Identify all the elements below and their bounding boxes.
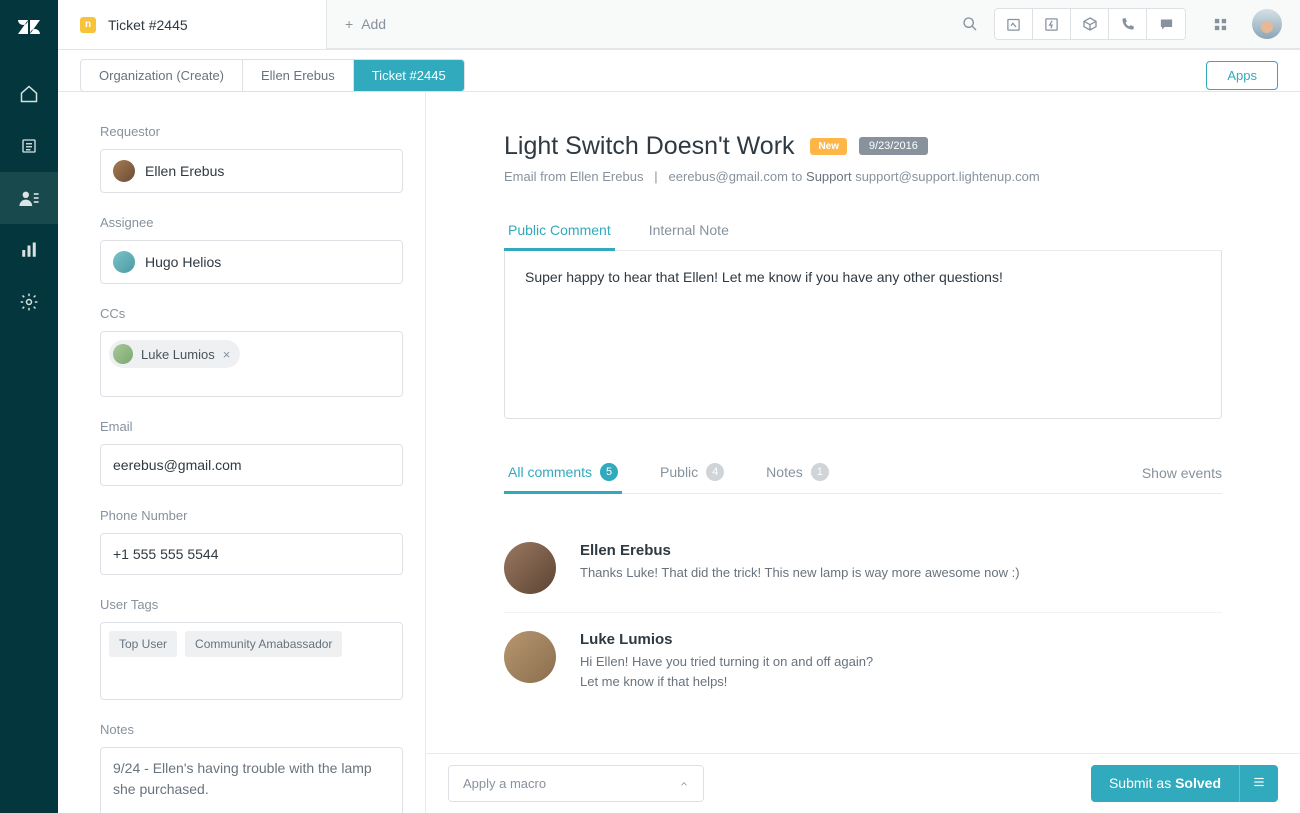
- comment-author: Luke Lumios: [580, 631, 873, 648]
- channel-toolbar: [994, 8, 1186, 40]
- nav-customers[interactable]: [0, 172, 58, 224]
- tab-ticket[interactable]: Ticket #2445: [354, 60, 464, 91]
- ccs-label: CCs: [100, 306, 403, 321]
- macro-select[interactable]: Apply a macro: [448, 765, 704, 802]
- user-avatar[interactable]: [1252, 9, 1282, 39]
- cc-name: Luke Lumios: [141, 347, 215, 362]
- nav-home[interactable]: [0, 68, 58, 120]
- filter-public[interactable]: Public 4: [656, 453, 728, 494]
- cc-remove-icon[interactable]: ×: [223, 347, 231, 362]
- cc-avatar: [113, 344, 133, 364]
- tab-internal-note[interactable]: Internal Note: [645, 212, 733, 251]
- chat-icon[interactable]: [1147, 9, 1185, 39]
- submit-button[interactable]: Submit as Solved: [1091, 765, 1239, 802]
- ticket-heading-row: Light Switch Doesn't Work New 9/23/2016: [504, 132, 1222, 161]
- bottom-bar: Apply a macro Submit as Solved: [426, 753, 1300, 813]
- status-badge: New: [810, 138, 847, 155]
- cc-chip[interactable]: Luke Lumios ×: [109, 340, 240, 368]
- chevron-up-icon: [679, 779, 689, 789]
- ticket-properties-panel: Requestor Ellen Erebus Assignee Hugo Hel…: [58, 92, 426, 813]
- comment-item: Ellen Erebus Thanks Luke! That did the t…: [504, 524, 1222, 613]
- assignee-name: Hugo Helios: [145, 254, 221, 270]
- macro-label: Apply a macro: [463, 776, 546, 791]
- nav-reports[interactable]: [0, 224, 58, 276]
- comment-textarea[interactable]: Super happy to hear that Ellen! Let me k…: [504, 251, 1222, 419]
- context-tabs: Organization (Create) Ellen Erebus Ticke…: [80, 59, 465, 92]
- assignee-label: Assignee: [100, 215, 403, 230]
- comment-avatar: [504, 631, 556, 683]
- lightning-icon[interactable]: [1033, 9, 1071, 39]
- comments-list: Ellen Erebus Thanks Luke! That did the t…: [504, 494, 1222, 709]
- ticket-tab-title: Ticket #2445: [108, 17, 188, 33]
- filter-notes[interactable]: Notes 1: [762, 453, 833, 494]
- public-count: 4: [706, 463, 724, 481]
- notes-field[interactable]: 9/24 - Ellen's having trouble with the l…: [100, 747, 403, 813]
- calendar-icon[interactable]: [995, 9, 1033, 39]
- comment-item: Luke Lumios Hi Ellen! Have you tried tur…: [504, 613, 1222, 709]
- comment-text: Thanks Luke! That did the trick! This ne…: [580, 563, 1020, 583]
- phone-field[interactable]: +1 555 555 5544: [100, 533, 403, 575]
- email-value: eerebus@gmail.com: [113, 457, 242, 473]
- nav-views[interactable]: [0, 120, 58, 172]
- show-events-link[interactable]: Show events: [1142, 455, 1222, 491]
- requestor-field[interactable]: Ellen Erebus: [100, 149, 403, 193]
- filter-all[interactable]: All comments 5: [504, 453, 622, 494]
- header-ticket-tab[interactable]: n Ticket #2445: [58, 0, 326, 49]
- tag-chip[interactable]: Community Amabassador: [185, 631, 342, 657]
- apps-grid-icon[interactable]: [1202, 8, 1238, 40]
- menu-icon: [1252, 775, 1266, 789]
- left-sidebar: [0, 0, 58, 813]
- ticket-status-badge: n: [80, 17, 96, 33]
- tag-chip[interactable]: Top User: [109, 631, 177, 657]
- phone-value: +1 555 555 5544: [113, 546, 219, 562]
- all-count: 5: [600, 463, 618, 481]
- add-label: Add: [361, 16, 386, 32]
- requestor-label: Requestor: [100, 124, 403, 139]
- plus-icon: +: [345, 16, 353, 32]
- header-toolbar: [934, 0, 1300, 49]
- assignee-field[interactable]: Hugo Helios: [100, 240, 403, 284]
- ticket-subject: Light Switch Doesn't Work: [504, 132, 795, 160]
- submit-menu-button[interactable]: [1239, 765, 1278, 802]
- tags-field[interactable]: Top User Community Amabassador: [100, 622, 403, 700]
- search-icon[interactable]: [952, 8, 988, 40]
- requestor-avatar: [113, 160, 135, 182]
- comment-type-tabs: Public Comment Internal Note: [504, 212, 1222, 251]
- notes-value: 9/24 - Ellen's having trouble with the l…: [113, 758, 390, 800]
- email-field[interactable]: eerebus@gmail.com: [100, 444, 403, 486]
- date-badge: 9/23/2016: [859, 137, 928, 155]
- assignee-avatar: [113, 251, 135, 273]
- comment-avatar: [504, 542, 556, 594]
- email-label: Email: [100, 419, 403, 434]
- notes-label: Notes: [100, 722, 403, 737]
- comment-filter-tabs: All comments 5 Public 4 Notes 1 Show eve: [504, 453, 1222, 494]
- subheader: Organization (Create) Ellen Erebus Ticke…: [58, 50, 1300, 92]
- header: n Ticket #2445 + Add: [58, 0, 1300, 50]
- zendesk-logo-icon: [16, 14, 42, 40]
- comment-text: Hi Ellen! Have you tried turning it on a…: [580, 652, 873, 691]
- nav-settings[interactable]: [0, 276, 58, 328]
- add-tab-button[interactable]: + Add: [326, 0, 404, 49]
- package-icon[interactable]: [1071, 9, 1109, 39]
- phone-label: Phone Number: [100, 508, 403, 523]
- comment-author: Ellen Erebus: [580, 542, 1020, 559]
- notes-count: 1: [811, 463, 829, 481]
- tab-organization[interactable]: Organization (Create): [81, 60, 243, 91]
- tab-requester[interactable]: Ellen Erebus: [243, 60, 354, 91]
- tab-public-comment[interactable]: Public Comment: [504, 212, 615, 251]
- tags-label: User Tags: [100, 597, 403, 612]
- apps-button[interactable]: Apps: [1206, 61, 1278, 90]
- ccs-field[interactable]: Luke Lumios ×: [100, 331, 403, 397]
- requestor-name: Ellen Erebus: [145, 163, 224, 179]
- phone-icon[interactable]: [1109, 9, 1147, 39]
- conversation-panel: Light Switch Doesn't Work New 9/23/2016 …: [426, 92, 1300, 813]
- ticket-meta: Email from Ellen Erebus | eerebus@gmail.…: [504, 169, 1222, 184]
